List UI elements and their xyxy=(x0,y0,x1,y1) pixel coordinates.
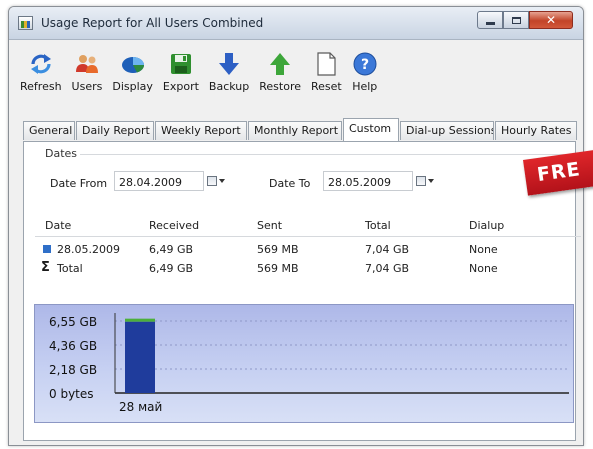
column-header-received[interactable]: Received xyxy=(149,219,199,232)
report-tabs: General Daily Report Weekly Report Month… xyxy=(23,118,577,142)
restore-button[interactable]: Restore xyxy=(254,51,306,93)
tab-weekly-report[interactable]: Weekly Report xyxy=(155,121,247,140)
svg-text:?: ? xyxy=(361,57,369,73)
y-tick-label: 6,55 GB xyxy=(49,315,98,329)
tab-daily-report[interactable]: Daily Report xyxy=(76,121,154,140)
date-to-picker-button[interactable] xyxy=(416,173,438,189)
calendar-icon xyxy=(416,176,426,186)
column-header-dialup[interactable]: Dialup xyxy=(469,219,504,232)
display-label: Display xyxy=(112,80,153,93)
y-tick-label: 2,18 GB xyxy=(49,363,98,377)
cell-date: 28.05.2009 xyxy=(57,243,120,256)
chevron-down-icon xyxy=(428,179,434,183)
tab-hourly-rates[interactable]: Hourly Rates xyxy=(495,121,577,140)
bar-sent[interactable] xyxy=(125,318,155,322)
maximize-icon xyxy=(511,16,521,24)
column-header-total[interactable]: Total xyxy=(365,219,391,232)
help-label: Help xyxy=(352,80,378,93)
column-header-date[interactable]: Date xyxy=(45,219,71,232)
app-icon xyxy=(18,16,33,30)
cell-total: 7,04 GB xyxy=(365,243,410,256)
date-to-label: Date To xyxy=(269,177,311,190)
usage-chart-plot xyxy=(114,313,569,394)
column-header-sent[interactable]: Sent xyxy=(257,219,282,232)
calendar-icon xyxy=(207,176,217,186)
help-button[interactable]: ? Help xyxy=(347,51,383,93)
chevron-down-icon xyxy=(219,179,225,183)
refresh-label: Refresh xyxy=(20,80,62,93)
date-from-label: Date From xyxy=(50,177,108,190)
display-icon xyxy=(121,57,144,73)
dates-group-label: Dates xyxy=(45,147,78,160)
table-row-total[interactable]: Σ Total 6,49 GB 569 MB 7,04 GB None xyxy=(35,260,581,278)
title-bar[interactable]: Usage Report for All Users Combined ✕ xyxy=(9,7,583,40)
toolbar: Refresh Users Display Export Backup Rest… xyxy=(15,51,383,93)
save-icon xyxy=(170,54,191,74)
backup-button[interactable]: Backup xyxy=(204,51,254,93)
reset-button[interactable]: Reset xyxy=(306,51,347,93)
date-from-input[interactable]: 28.04.2009 xyxy=(114,171,204,191)
usage-chart: 6,55 GB 4,36 GB 2,18 GB 0 bytes 28 май xyxy=(34,304,574,423)
reset-label: Reset xyxy=(311,80,342,93)
dates-divider xyxy=(80,154,580,155)
window-controls: ✕ xyxy=(477,11,573,29)
minimize-icon xyxy=(485,21,495,25)
close-icon: ✕ xyxy=(545,13,557,27)
cell-received: 6,49 GB xyxy=(149,262,194,275)
sigma-icon: Σ xyxy=(41,260,50,275)
cell-dialup: None xyxy=(469,243,498,256)
maximize-button[interactable] xyxy=(503,11,529,29)
bar-received[interactable] xyxy=(125,321,155,393)
y-tick-label: 0 bytes xyxy=(49,387,94,401)
day-icon xyxy=(43,245,51,253)
backup-label: Backup xyxy=(208,80,250,93)
export-button[interactable]: Export xyxy=(158,51,204,93)
cell-dialup: None xyxy=(469,262,498,275)
cell-date: Total xyxy=(57,262,83,275)
cell-sent: 569 MB xyxy=(257,262,299,275)
display-button[interactable]: Display xyxy=(107,51,158,93)
cell-total: 7,04 GB xyxy=(365,262,410,275)
date-to-input[interactable]: 28.05.2009 xyxy=(323,171,413,191)
arrow-down-icon xyxy=(219,53,240,75)
x-tick-label: 28 май xyxy=(119,400,163,414)
usage-table: Date Received Sent Total Dialup 28.05.20… xyxy=(35,214,581,294)
tab-dialup-sessions[interactable]: Dial-up Sessions xyxy=(400,121,494,140)
refresh-icon xyxy=(30,54,51,74)
cell-sent: 569 MB xyxy=(257,243,299,256)
blank-page-icon xyxy=(317,52,336,76)
tab-custom[interactable]: Custom xyxy=(343,118,399,141)
cell-received: 6,49 GB xyxy=(149,243,194,256)
date-from-picker-button[interactable] xyxy=(207,173,229,189)
window-title: Usage Report for All Users Combined xyxy=(41,16,264,30)
help-icon: ? xyxy=(353,52,377,76)
table-row[interactable]: 28.05.2009 6,49 GB 569 MB 7,04 GB None xyxy=(35,243,581,259)
restore-label: Restore xyxy=(259,80,301,93)
refresh-button[interactable]: Refresh xyxy=(15,51,67,93)
y-tick-label: 4,36 GB xyxy=(49,339,98,353)
users-icon xyxy=(75,55,98,73)
arrow-up-icon xyxy=(270,53,291,75)
table-header: Date Received Sent Total Dialup xyxy=(35,214,581,237)
users-button[interactable]: Users xyxy=(67,51,108,93)
users-label: Users xyxy=(71,80,103,93)
tab-monthly-report[interactable]: Monthly Report xyxy=(248,121,342,140)
close-button[interactable]: ✕ xyxy=(529,11,573,29)
tab-general[interactable]: General xyxy=(23,121,75,140)
export-label: Export xyxy=(162,80,199,93)
minimize-button[interactable] xyxy=(477,11,503,29)
